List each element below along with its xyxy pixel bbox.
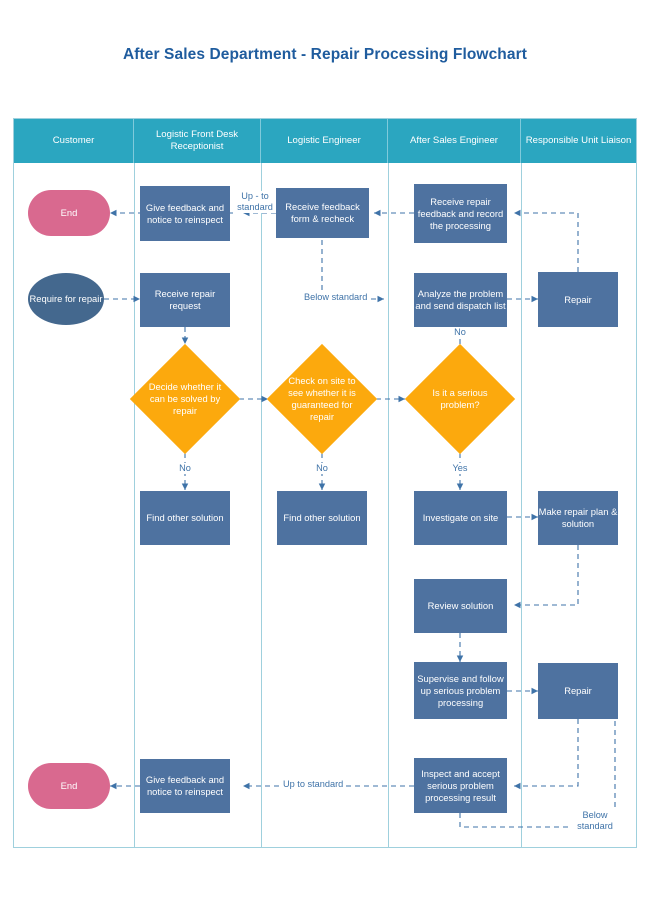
lane-divider-3 (388, 163, 389, 847)
lane-header-logistic-eng: Logistic Engineer (261, 119, 388, 163)
node-investigate-on-site[interactable]: Investigate on site (414, 491, 507, 545)
node-is-serious[interactable]: Is it a serious problem? (404, 343, 516, 455)
node-check-on-site-label: Check on site to see whether it is guara… (288, 375, 356, 422)
lane-header-resp-unit: Responsible Unit Liaison (525, 135, 632, 146)
node-make-repair-plan[interactable]: Make repair plan & solution (538, 491, 618, 545)
node-receive-repair-feedback[interactable]: Receive repair feedback and record the p… (414, 184, 507, 243)
node-end-bottom[interactable]: End (28, 763, 110, 809)
edge-label-yes-serious: Yes (448, 463, 472, 474)
edge-label-no-decide: No (174, 463, 196, 474)
node-review-solution[interactable]: Review solution (414, 579, 507, 633)
node-supervise-follow-up[interactable]: Supervise and follow up serious problem … (414, 662, 507, 719)
lane-divider-1 (134, 163, 135, 847)
lane-header-customer: Customer (14, 119, 134, 163)
edge-label-no-serious: No (449, 327, 471, 338)
page-title: After Sales Department - Repair Processi… (122, 46, 527, 63)
lane-divider-2 (261, 163, 262, 847)
node-give-feedback-top[interactable]: Give feedback and notice to reinspect (140, 186, 230, 241)
node-find-other-solution-2[interactable]: Find other solution (277, 491, 367, 545)
edge-label-below-standard-mid: Below standard (304, 292, 368, 303)
node-decide-whether[interactable]: Decide whether it can be solved by repai… (129, 343, 241, 455)
node-is-serious-label: Is it a serious problem? (432, 387, 488, 410)
lane-header-front-desk: Logistic Front Desk Receptionist (134, 119, 261, 163)
node-check-on-site[interactable]: Check on site to see whether it is guara… (266, 343, 378, 455)
lane-divider-4 (521, 163, 522, 847)
node-decide-whether-label: Decide whether it can be solved by repai… (148, 381, 222, 416)
edge-label-up-to-standard-bottom: Up to standard (283, 779, 344, 790)
node-find-other-solution-1[interactable]: Find other solution (140, 491, 230, 545)
node-give-feedback-bottom[interactable]: Give feedback and notice to reinspect (140, 759, 230, 813)
node-receive-repair-request[interactable]: Receive repair request (140, 273, 230, 327)
node-repair-top[interactable]: Repair (538, 272, 618, 327)
lane-header-after-sales: After Sales Engineer (388, 119, 521, 163)
node-receive-feedback-recheck[interactable]: Receive feedback form & recheck (276, 188, 369, 238)
edge-label-up-to-standard-top: Up - to standard (234, 191, 276, 213)
lane-header-row: Customer Logistic Front Desk Receptionis… (14, 119, 636, 163)
edge-label-no-check: No (311, 463, 333, 474)
node-end-top[interactable]: End (28, 190, 110, 236)
node-repair-bottom[interactable]: Repair (538, 663, 618, 719)
node-inspect-accept[interactable]: Inspect and accept serious problem proce… (414, 758, 507, 813)
node-analyze-problem[interactable]: Analyze the problem and send dispatch li… (414, 273, 507, 327)
edge-label-below-standard-bottom: Below standard (570, 810, 620, 832)
node-require-for-repair[interactable]: Require for repair (28, 273, 104, 325)
